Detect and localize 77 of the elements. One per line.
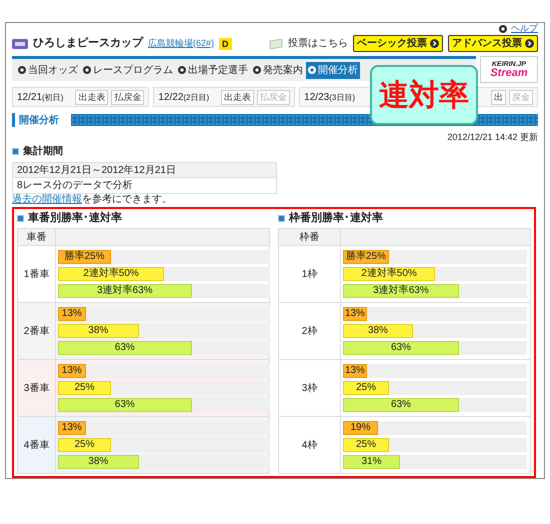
- vote-button[interactable]: アドバンス投票: [448, 35, 538, 52]
- bullet-icon: [178, 66, 186, 74]
- rate-bar: 63%: [343, 341, 459, 355]
- row-label: 3枠: [302, 382, 318, 396]
- row-label: 1番車: [24, 268, 50, 282]
- row-label: 1枠: [302, 268, 318, 282]
- rate-bar: 13%: [58, 307, 86, 321]
- vote-label: 投票はこちら: [288, 36, 348, 52]
- day-date: 12/23(3日目): [304, 90, 355, 105]
- day-date: 12/21(初日): [17, 90, 64, 105]
- day-button[interactable]: 出: [491, 90, 506, 105]
- rate-bar: 2連対率50%: [343, 267, 435, 281]
- rate-bar: 63%: [343, 398, 459, 412]
- rate-bar: 13%: [58, 364, 86, 378]
- rate-bar: 2連対率50%: [58, 267, 164, 281]
- rate-bar: 63%: [58, 341, 192, 355]
- square-bullet-icon: [12, 148, 19, 156]
- rate-bar: 25%: [58, 381, 111, 395]
- rate-bar: 3連対率63%: [58, 284, 192, 298]
- bullet-icon: [499, 24, 507, 33]
- period-cell: 2012年12月21日～2012年12月21日: [13, 163, 276, 178]
- rate-bar: 3連対率63%: [343, 284, 459, 298]
- section-title: 開催分析: [19, 114, 60, 128]
- race-title: ひろしまピースカップ: [33, 36, 143, 52]
- rate-bar: 13%: [58, 421, 86, 435]
- help-link[interactable]: ヘルプ: [511, 24, 538, 34]
- rate-bar: 19%: [343, 421, 378, 435]
- column-header: 枠番: [279, 229, 341, 245]
- row-label: 2番車: [24, 324, 50, 338]
- nav-tab[interactable]: レースプログラム: [81, 62, 175, 79]
- rate-bar: 38%: [58, 455, 139, 469]
- row-label: 2枠: [302, 324, 318, 338]
- rate-bar: 38%: [58, 324, 139, 338]
- callout-label: 連対率: [370, 65, 478, 125]
- updated-time: 2012/12/21 14:42 更新: [447, 130, 538, 144]
- rate-bar: 25%: [58, 438, 111, 452]
- grade-icon: [12, 38, 28, 49]
- day-button[interactable]: 出走表: [75, 90, 108, 105]
- rate-bar: 38%: [343, 324, 413, 338]
- day-button[interactable]: 払戻金: [111, 90, 144, 105]
- rate-bar: 25%: [343, 438, 389, 452]
- square-bullet-icon: [17, 215, 24, 222]
- reference-note: 過去の開催情報を参考にできます。: [12, 195, 172, 206]
- nav-tab[interactable]: 開催分析: [306, 62, 360, 79]
- logo-text: Stream: [490, 68, 528, 79]
- square-bullet-icon: [278, 215, 285, 222]
- row-label: 4枠: [302, 438, 318, 452]
- arrow-circle-icon: [430, 39, 439, 48]
- panel-title: 枠番別勝率･連対率: [289, 210, 383, 226]
- vote-button[interactable]: ベーシック投票: [353, 35, 443, 52]
- venue-link[interactable]: 広島競輪場(62#): [148, 36, 214, 50]
- rate-bar: 25%: [343, 381, 389, 395]
- past-info-link[interactable]: 過去の開催情報: [12, 194, 82, 206]
- grade-badge: D: [219, 38, 232, 50]
- nav-tab[interactable]: 当回オッズ: [16, 62, 80, 79]
- arrow-circle-icon: [525, 39, 534, 48]
- bullet-icon: [18, 66, 26, 74]
- period-cell-text: 8レース分のデータで分析: [16, 178, 134, 194]
- rate-bar: 13%: [343, 307, 367, 321]
- rate-bar: 63%: [58, 398, 192, 412]
- panel-title: 車番別勝率･連対率: [28, 210, 122, 226]
- rate-bar: 31%: [343, 455, 400, 469]
- period-heading: 集計期間: [23, 144, 63, 160]
- rate-bar: 勝率25%: [58, 250, 111, 264]
- row-label: 4番車: [24, 438, 50, 452]
- day-date: 12/22(2日目): [158, 90, 210, 105]
- bullet-icon: [253, 66, 261, 74]
- day-button[interactable]: 出走表: [221, 90, 254, 105]
- rate-bar: 勝率25%: [343, 250, 389, 264]
- row-label: 3番車: [24, 382, 50, 396]
- rate-bar: 13%: [343, 364, 367, 378]
- ticket-icon: [269, 38, 283, 49]
- bullet-icon: [83, 66, 91, 74]
- column-header: 車番: [18, 229, 56, 245]
- nav-tab[interactable]: 発売案内: [251, 62, 305, 79]
- nav-tab[interactable]: 出場予定選手: [176, 62, 250, 79]
- bullet-icon: [308, 66, 316, 74]
